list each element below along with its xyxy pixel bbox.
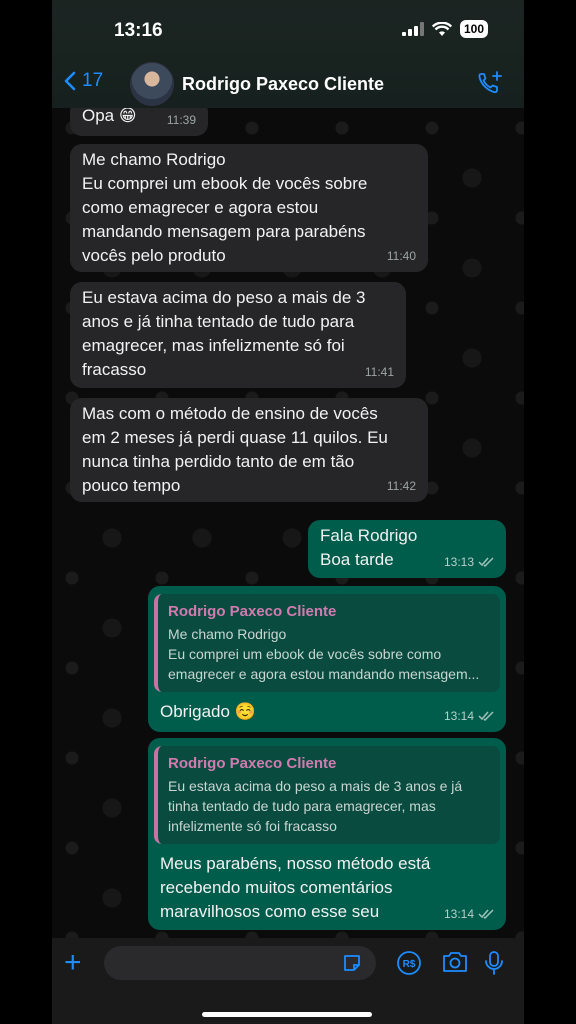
pix-icon[interactable]: R$ — [396, 950, 422, 976]
message-bubble[interactable]: Rodrigo Paxeco Cliente Eu estava acima d… — [148, 738, 506, 930]
message-bubble[interactable]: Fala Rodrigo Boa tarde 13:13 — [308, 520, 506, 578]
message-time: 13:13 — [443, 555, 474, 569]
composer-bar: + R$ — [52, 938, 524, 1024]
contact-name[interactable]: Rodrigo Paxeco Cliente — [182, 74, 384, 95]
message-time: 11:42 — [386, 479, 416, 493]
message-text: Eu estava acima do peso a mais de 3 anos… — [82, 288, 366, 379]
battery-level: 100 — [459, 20, 488, 38]
double-check-icon — [478, 557, 494, 567]
message-bubble[interactable]: Opa 😁 11:39 — [70, 108, 208, 136]
back-button[interactable]: 17 — [64, 70, 103, 92]
message-list[interactable]: Opa 😁 11:39 Me chamo Rodrigo Eu comprei … — [52, 108, 524, 938]
home-indicator[interactable] — [202, 1012, 372, 1017]
message-bubble[interactable]: Rodrigo Paxeco Cliente Me chamo Rodrigo … — [148, 586, 506, 732]
chevron-left-icon — [64, 71, 76, 91]
quoted-author: Rodrigo Paxeco Cliente — [168, 603, 337, 620]
microphone-icon[interactable] — [484, 950, 504, 976]
message-bubble[interactable]: Mas com o método de ensino de vocês em 2… — [70, 398, 428, 502]
sticker-icon[interactable] — [342, 953, 362, 973]
message-bubble[interactable]: Eu estava acima do peso a mais de 3 anos… — [70, 282, 406, 388]
message-time: 11:39 — [166, 113, 196, 127]
message-time: 11:41 — [364, 365, 394, 379]
message-bubble[interactable]: Me chamo Rodrigo Eu comprei um ebook de … — [70, 144, 428, 272]
camera-icon[interactable] — [441, 950, 469, 974]
svg-text:R$: R$ — [403, 959, 416, 970]
quoted-text: Eu estava acima do peso a mais de 3 anos… — [168, 778, 463, 834]
avatar[interactable] — [130, 62, 174, 106]
top-bar: 13:16 100 17 Rodrigo Paxeco Cliente — [52, 0, 524, 108]
quoted-message[interactable]: Rodrigo Paxeco Cliente Me chamo Rodrigo … — [154, 594, 500, 692]
double-check-icon — [478, 711, 494, 721]
plus-icon[interactable]: + — [64, 948, 82, 978]
message-time: 13:14 — [443, 709, 474, 723]
message-time: 11:40 — [386, 249, 416, 263]
message-text: Me chamo Rodrigo Eu comprei um ebook de … — [82, 150, 368, 265]
status-icons: 100 — [401, 20, 488, 38]
unread-count: 17 — [82, 70, 104, 91]
chat-header: 17 Rodrigo Paxeco Cliente — [52, 62, 524, 106]
quoted-message[interactable]: Rodrigo Paxeco Cliente Eu estava acima d… — [154, 746, 500, 844]
signal-icon — [401, 22, 424, 36]
message-time: 13:14 — [443, 907, 474, 921]
chat-screen: 13:16 100 17 Rodrigo Paxeco Cliente Opa … — [52, 0, 524, 1024]
message-text: Mas com o método de ensino de vocês em 2… — [82, 404, 388, 495]
wifi-icon — [431, 21, 452, 36]
add-call-icon[interactable] — [476, 70, 504, 98]
status-time: 13:16 — [114, 20, 163, 41]
double-check-icon — [478, 909, 494, 919]
quoted-author: Rodrigo Paxeco Cliente — [168, 755, 337, 772]
message-input[interactable] — [104, 946, 376, 980]
quoted-text: Me chamo Rodrigo Eu comprei um ebook de … — [168, 626, 480, 682]
